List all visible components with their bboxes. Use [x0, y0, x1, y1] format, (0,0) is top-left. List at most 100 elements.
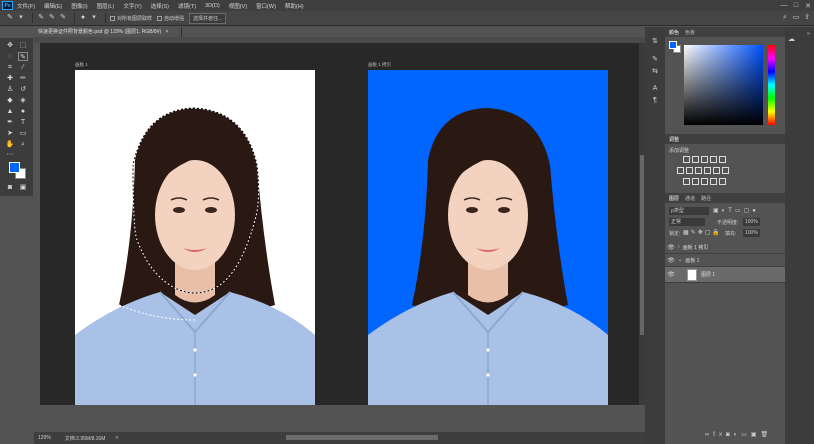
share-icon[interactable]: ⇪ [803, 14, 811, 22]
layer-row-layer1[interactable]: 👁 图层 1 [665, 267, 785, 283]
move-tool-icon[interactable]: ✥ [5, 41, 15, 50]
menu-3d[interactable]: 3D(D) [205, 3, 220, 9]
clone-stamp-icon[interactable]: ♙ [5, 85, 15, 94]
artboard-1[interactable] [75, 70, 315, 405]
brush-options-arrow-icon[interactable]: ▾ [90, 14, 98, 22]
hue-saturation-icon[interactable] [677, 167, 684, 174]
exposure-icon[interactable] [710, 156, 717, 163]
vertical-scroll-thumb[interactable] [640, 155, 644, 335]
menu-edit[interactable]: 编辑(E) [44, 2, 62, 10]
panel-foreground-swatch[interactable] [669, 41, 677, 49]
tab-color[interactable]: 颜色 [669, 29, 679, 36]
history-panel-icon[interactable]: ⇅ [650, 37, 660, 47]
color-picker-field[interactable] [684, 45, 763, 125]
menu-image[interactable]: 图像(I) [71, 2, 87, 10]
brush-size-icon[interactable]: ● [79, 14, 87, 22]
menu-window[interactable]: 窗口(W) [256, 2, 276, 10]
artboard-2[interactable] [368, 70, 608, 405]
visibility-eye-icon[interactable]: 👁 [667, 244, 675, 251]
rectangle-tool-icon[interactable]: ▭ [18, 129, 28, 138]
layer-row-artboard[interactable]: 👁 ⌄ 画板 1 [665, 254, 785, 267]
artboard-1-label[interactable]: 画板 1 [75, 62, 88, 68]
blur-tool-icon[interactable]: ▲ [5, 107, 15, 116]
paint-bucket-icon[interactable]: ◈ [18, 96, 28, 105]
brightness-icon[interactable] [683, 156, 690, 163]
character-panel-icon[interactable]: A [650, 85, 660, 95]
clone-source-icon[interactable]: ⇆ [650, 67, 660, 77]
tab-adjustments[interactable]: 调整 [669, 136, 679, 143]
levels-icon[interactable] [692, 156, 699, 163]
layer-actions-bar[interactable]: ∞fx◙◐▭▣🗑 [705, 431, 772, 438]
zoom-level[interactable]: 129% [38, 435, 51, 441]
vibrance-icon[interactable] [719, 156, 726, 163]
quick-mask-icon[interactable]: ◙ [5, 183, 15, 192]
selective-color-icon[interactable] [719, 178, 726, 185]
close-tab-icon[interactable]: × [166, 29, 169, 35]
search-icon[interactable]: ⌕ [781, 14, 789, 22]
minimize-button[interactable]: — [778, 2, 790, 9]
tab-swatches[interactable]: 色板 [685, 29, 695, 36]
brush-tool-icon[interactable]: ✏ [18, 74, 28, 83]
visibility-eye-icon[interactable]: 👁 [667, 271, 675, 278]
black-white-icon[interactable] [695, 167, 702, 174]
quick-selection-tool-icon[interactable]: ✎ [18, 52, 28, 61]
select-and-mask-button[interactable]: 选择并遮住... [189, 12, 227, 24]
menu-file[interactable]: 文件(F) [17, 2, 35, 10]
menu-help[interactable]: 帮助(H) [285, 2, 304, 10]
quick-selection-tool-icon[interactable]: ✎ [6, 14, 14, 22]
close-window-button[interactable]: ✕ [802, 2, 814, 10]
subtract-selection-icon[interactable]: ✎ [59, 14, 67, 22]
healing-brush-icon[interactable]: ✚ [5, 74, 15, 83]
color-lookup-icon[interactable] [722, 167, 729, 174]
pen-tool-icon[interactable]: ✒ [5, 118, 15, 127]
history-brush-icon[interactable]: ↺ [18, 85, 28, 94]
dodge-tool-icon[interactable]: ● [18, 107, 28, 116]
color-balance-icon[interactable] [686, 167, 693, 174]
opacity-value[interactable]: 100% [743, 218, 760, 226]
curves-icon[interactable] [701, 156, 708, 163]
tab-channels[interactable]: 通道 [685, 195, 695, 202]
status-menu-arrow[interactable]: > [115, 435, 118, 441]
threshold-icon[interactable] [701, 178, 708, 185]
photo-filter-icon[interactable] [704, 167, 711, 174]
artboard-2-label[interactable]: 画板 1 拷贝 [368, 62, 391, 68]
expand-chevron-icon[interactable]: ⌄ [678, 257, 682, 263]
collapse-chevron-icon[interactable]: › [678, 244, 680, 250]
menu-filter[interactable]: 滤镜(T) [178, 2, 196, 10]
sample-all-checkbox[interactable] [110, 15, 115, 21]
paragraph-panel-icon[interactable]: ¶ [650, 97, 660, 107]
layer-filter-select[interactable]: ρ类型 [669, 207, 709, 215]
screen-mode-icon[interactable]: ▣ [18, 183, 28, 192]
channel-mixer-icon[interactable] [713, 167, 720, 174]
canvas-area[interactable]: 画板 1 画板 1 拷贝 [40, 43, 639, 405]
lock-icons[interactable]: ▦✎✥▢🔒 [683, 229, 722, 236]
menu-layer[interactable]: 图层(L) [97, 2, 115, 10]
layer-row-artboard-copy[interactable]: 👁 › 画板 1 拷贝 [665, 241, 785, 254]
visibility-eye-icon[interactable]: 👁 [667, 257, 675, 264]
tab-paths[interactable]: 路径 [701, 195, 711, 202]
libraries-icon[interactable]: ☁ [788, 35, 795, 43]
eyedropper-tool-icon[interactable]: ⁄ [18, 63, 28, 72]
marquee-tool-icon[interactable]: ⬚ [18, 41, 28, 50]
layer-filter-icons[interactable]: ▣◐T▭▢● [713, 207, 759, 214]
tab-layers[interactable]: 图层 [669, 195, 679, 202]
foreground-color-swatch[interactable] [9, 162, 20, 173]
hand-tool-icon[interactable]: ✋ [5, 140, 15, 149]
menu-select[interactable]: 选择(S) [151, 2, 169, 10]
dropdown-arrow-icon[interactable]: ▾ [17, 14, 25, 22]
document-tab[interactable]: 快速更换证件照背景颜色.psd @ 129% (图层1, RGB/8#) × [34, 27, 182, 37]
hue-slider[interactable] [768, 45, 775, 125]
workspace-icon[interactable]: ▭ [792, 14, 800, 22]
path-selection-icon[interactable]: ➤ [5, 129, 15, 138]
gradient-map-icon[interactable] [710, 178, 717, 185]
menu-view[interactable]: 视图(V) [229, 2, 247, 10]
invert-icon[interactable] [683, 178, 690, 185]
more-tools-icon[interactable]: ⋯ [5, 150, 15, 159]
collapse-dock-icon[interactable]: » [807, 31, 810, 37]
auto-enhance-checkbox[interactable] [157, 15, 163, 21]
horizontal-scroll-thumb[interactable] [286, 435, 438, 440]
type-tool-icon[interactable]: T [18, 118, 28, 127]
restore-button[interactable]: □ [790, 2, 802, 9]
crop-tool-icon[interactable]: ⌗ [5, 63, 15, 72]
posterize-icon[interactable] [692, 178, 699, 185]
